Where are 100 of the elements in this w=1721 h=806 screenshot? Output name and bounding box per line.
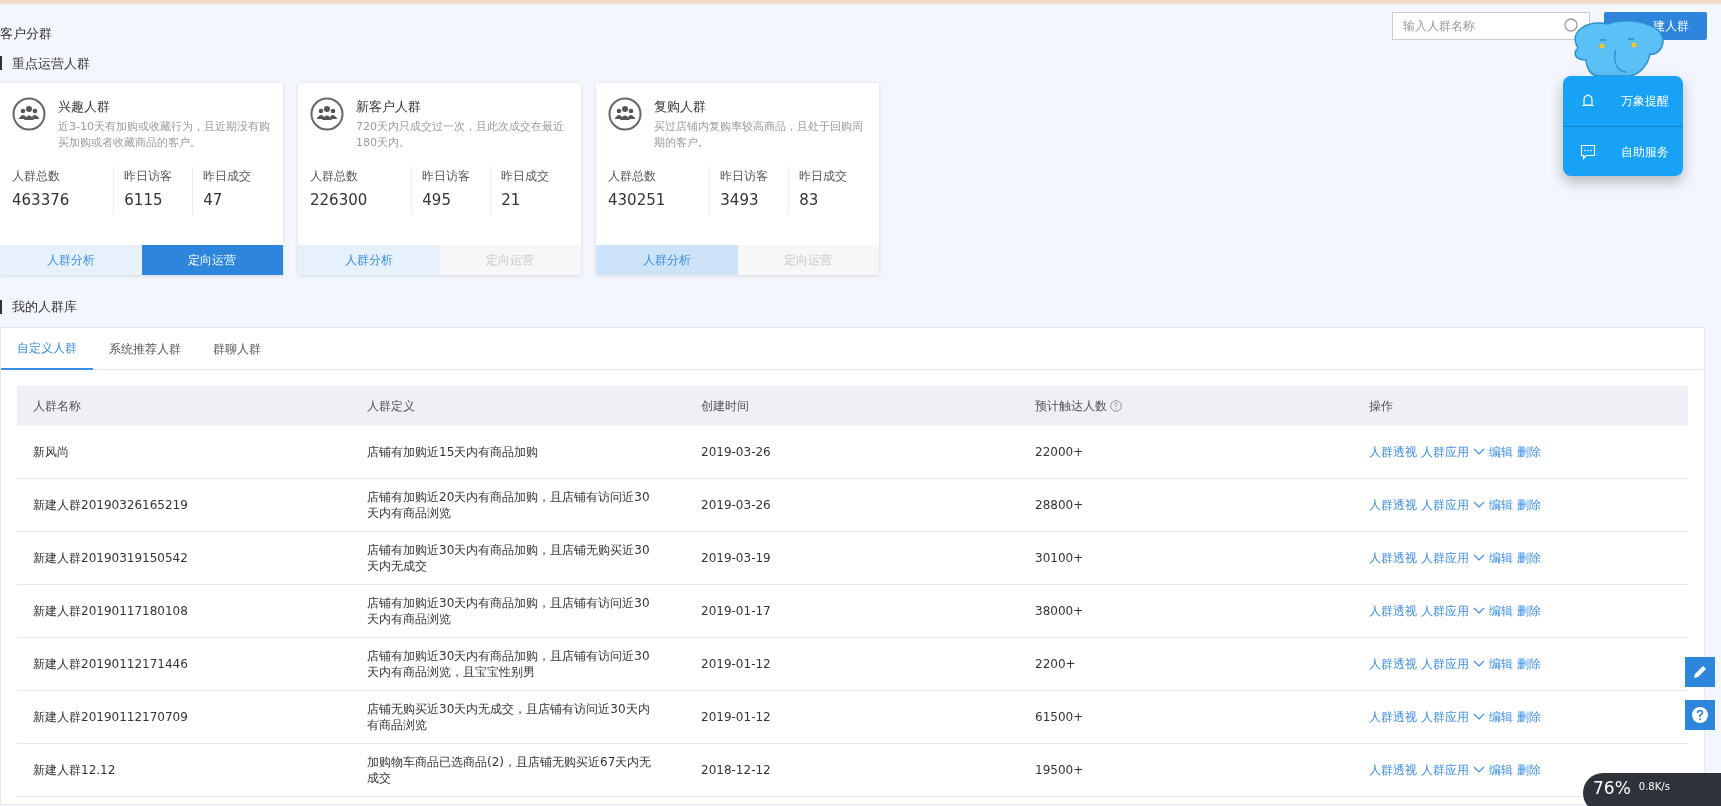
action-link[interactable]: 编辑: [1489, 495, 1513, 514]
table-cell-text: 加购物车商品已选商品(2)，且店铺无购买近67天内无成交: [366, 753, 653, 786]
table-cell-text: 2019-01-17: [700, 602, 772, 620]
tab[interactable]: 群聊人群: [197, 327, 277, 370]
help-icon[interactable]: [1110, 399, 1122, 412]
card-title: 复购人群: [654, 98, 707, 116]
table-cell-text: 19500+: [1034, 761, 1085, 779]
action-link[interactable]: 人群应用: [1421, 495, 1469, 514]
stat-label: 昨日成交: [799, 168, 849, 185]
action-link[interactable]: 人群透视: [1369, 654, 1417, 673]
table-cell-text: 新建人群20190319150542: [32, 549, 189, 567]
action-link[interactable]: 人群应用: [1421, 548, 1469, 567]
operate-button[interactable]: 定向运营: [141, 245, 283, 275]
action-link[interactable]: 删除: [1517, 707, 1541, 726]
stat-label: 昨日访客: [720, 168, 770, 185]
table-cell-text: 38000+: [1034, 602, 1085, 620]
help-icon[interactable]: [1685, 700, 1715, 730]
action-link[interactable]: 人群应用: [1421, 442, 1469, 461]
stat-label: 昨日成交: [203, 168, 253, 185]
column-header: 人群定义: [367, 397, 415, 415]
stat-value: 6115: [124, 190, 164, 211]
stat-label: 昨日访客: [124, 168, 174, 185]
action-link[interactable]: 编辑: [1489, 654, 1513, 673]
analysis-button[interactable]: 人群分析: [298, 245, 440, 275]
stat-value: 47: [203, 190, 224, 211]
action-link[interactable]: 人群透视: [1369, 548, 1417, 567]
action-link[interactable]: 人群透视: [1369, 442, 1417, 461]
action-link[interactable]: 人群透视: [1369, 601, 1417, 620]
chevron-down-icon[interactable]: [1473, 765, 1485, 774]
table-cell-text: 28800+: [1034, 496, 1085, 514]
column-header: 操作: [1369, 397, 1393, 415]
chevron-down-icon[interactable]: [1473, 447, 1485, 456]
column-header: 预计触达人数: [1035, 397, 1107, 415]
bell-icon: [1580, 93, 1596, 109]
analysis-button[interactable]: 人群分析: [596, 245, 738, 275]
stat-label: 人群总数: [608, 168, 657, 185]
action-link[interactable]: 删除: [1517, 654, 1541, 673]
analysis-button[interactable]: 人群分析: [0, 245, 142, 275]
table-cell-text: 新风尚: [32, 443, 70, 461]
stat-label: 昨日访客: [422, 168, 472, 185]
page-title: 客户分群: [0, 25, 52, 43]
table-cell-text: 2019-03-19: [700, 549, 772, 567]
menu-item[interactable]: 自助服务: [1563, 126, 1683, 176]
chevron-down-icon[interactable]: [1473, 659, 1485, 668]
action-link[interactable]: 删除: [1517, 601, 1541, 620]
action-link[interactable]: 删除: [1517, 548, 1541, 567]
action-link[interactable]: 删除: [1517, 442, 1541, 461]
card-title: 新客户人群: [356, 98, 422, 116]
upload-speed: 0.8K/s: [1638, 780, 1670, 794]
action-link[interactable]: 人群透视: [1369, 495, 1417, 514]
table-cell-text: 30100+: [1034, 549, 1085, 567]
stat-value: 495: [422, 190, 452, 211]
table-cell-text: 店铺有加购近20天内有商品加购，且店铺有访问近30天内有商品浏览: [366, 488, 651, 521]
table-cell-text: 2019-01-12: [700, 655, 772, 673]
stat-value: 83: [799, 190, 820, 211]
action-link[interactable]: 人群应用: [1421, 654, 1469, 673]
chevron-down-icon[interactable]: [1473, 712, 1485, 721]
action-link[interactable]: 编辑: [1489, 760, 1513, 779]
stat-label: 人群总数: [310, 168, 359, 185]
action-link[interactable]: 人群应用: [1421, 760, 1469, 779]
search-icon: [1564, 18, 1580, 34]
stat-value: 463376: [12, 190, 71, 211]
tab[interactable]: 系统推荐人群: [93, 327, 197, 370]
stat-value: 21: [501, 190, 522, 211]
action-link[interactable]: 删除: [1517, 760, 1541, 779]
column-header: 人群名称: [33, 397, 81, 415]
action-link[interactable]: 人群透视: [1369, 760, 1417, 779]
search-field[interactable]: 输入人群名称: [1392, 12, 1590, 40]
stat-value: 3493: [720, 190, 760, 211]
action-link[interactable]: 编辑: [1489, 442, 1513, 461]
chevron-down-icon[interactable]: [1473, 606, 1485, 615]
people-icon: [12, 97, 46, 131]
table-cell-text: 2019-01-12: [700, 708, 772, 726]
chevron-down-icon[interactable]: [1473, 553, 1485, 562]
table-cell-text: 新建人群20190326165219: [32, 496, 189, 514]
people-icon: [608, 97, 642, 131]
action-link[interactable]: 人群透视: [1369, 707, 1417, 726]
table-cell-text: 61500+: [1034, 708, 1085, 726]
edit-icon[interactable]: [1685, 657, 1715, 687]
menu-item[interactable]: 万象提醒: [1563, 76, 1683, 126]
card-title: 兴趣人群: [58, 98, 111, 116]
card-description: 近3-10天有加购或收藏行为，且近期没有购买加购或者收藏商品的客户。: [58, 118, 271, 151]
section-title: 我的人群库: [12, 298, 77, 316]
table-cell-text: 新建人群20190117180108: [32, 602, 189, 620]
action-link[interactable]: 编辑: [1489, 601, 1513, 620]
action-link[interactable]: 人群应用: [1421, 601, 1469, 620]
tab[interactable]: 自定义人群: [1, 327, 93, 370]
chevron-down-icon[interactable]: [1473, 500, 1485, 509]
card-description: 720天内只成交过一次，且此次成交在最近180天内。: [356, 118, 565, 151]
people-icon: [310, 97, 344, 131]
percent-text: 76%: [1593, 777, 1631, 800]
action-link[interactable]: 删除: [1517, 495, 1541, 514]
table-cell-text: 店铺有加购近30天内有商品加购，且店铺有访问近30天内有商品浏览，且宝宝性别男: [366, 647, 651, 680]
action-link[interactable]: 编辑: [1489, 707, 1513, 726]
action-link[interactable]: 编辑: [1489, 548, 1513, 567]
table-cell-text: 新建人群12.12: [32, 761, 117, 779]
card-description: 买过店铺内复购率较高商品，且处于回购周期的客户。: [654, 118, 864, 151]
stat-label: 人群总数: [12, 168, 61, 185]
action-link[interactable]: 人群应用: [1421, 707, 1469, 726]
stat-value: 226300: [310, 190, 369, 211]
